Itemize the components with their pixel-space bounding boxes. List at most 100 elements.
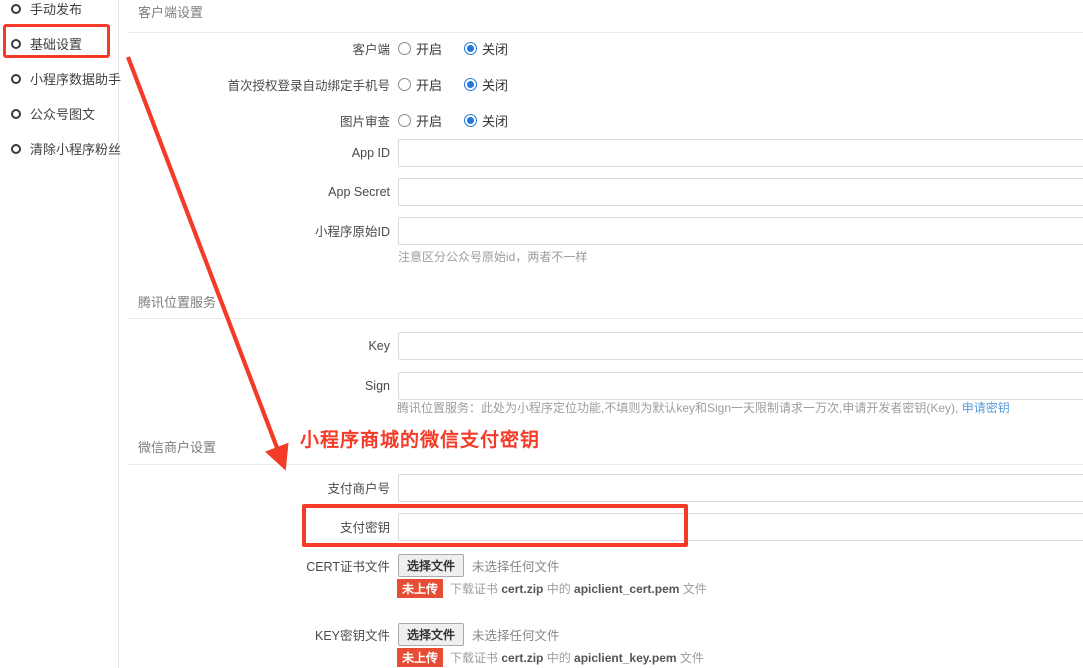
- sidebar: 手动发布 基础设置 小程序数据助手 公众号图文 清除小程序粉丝: [0, 0, 119, 668]
- annotation-payment-note: 小程序商城的微信支付密钥: [300, 425, 540, 452]
- radio-unchecked-icon: [398, 42, 411, 55]
- sidebar-item-clear-fans[interactable]: 清除小程序粉丝: [0, 131, 118, 166]
- image-review-label: 图片审查: [119, 111, 390, 129]
- apply-key-link[interactable]: 申请密钥: [962, 401, 1010, 415]
- cert-file-hint: 下载证书 cert.zip 中的 apiclient_cert.pem 文件: [450, 580, 707, 597]
- sign-input[interactable]: [398, 372, 1083, 400]
- sidebar-item-label: 手动发布: [30, 0, 82, 18]
- sidebar-item-label: 基础设置: [30, 34, 82, 53]
- cert-hint-suffix: 文件: [679, 582, 706, 596]
- circle-bullet-icon: [11, 144, 21, 154]
- form-row-key-file: KEY密钥文件 选择文件 未选择任何文件: [119, 622, 1083, 646]
- sidebar-item-basic-settings[interactable]: 基础设置: [0, 26, 118, 61]
- cert-not-uploaded-badge: 未上传: [397, 579, 443, 598]
- pay-secret-label: 支付密钥: [119, 512, 390, 541]
- cert-hint-prefix: 下载证书: [450, 582, 501, 596]
- key-not-uploaded-badge: 未上传: [397, 648, 443, 667]
- radio-checked-icon: [464, 78, 477, 91]
- radio-unchecked-icon: [398, 114, 411, 127]
- app-id-input[interactable]: [398, 139, 1083, 167]
- cert-file-label: CERT证书文件: [119, 553, 390, 577]
- radio-option-off[interactable]: 关闭: [464, 39, 508, 58]
- pay-merchant-input[interactable]: [398, 474, 1083, 502]
- circle-bullet-icon: [11, 109, 21, 119]
- key-hint-prefix: 下载证书: [450, 651, 501, 665]
- radio-checked-icon: [464, 114, 477, 127]
- client-switch-radios: 开启 关闭: [398, 39, 1083, 57]
- key-label: Key: [119, 331, 390, 360]
- key-upload-status-row: 未上传 下载证书 cert.zip 中的 apiclient_key.pem 文…: [397, 648, 704, 667]
- bind-phone-radios: 开启 关闭: [398, 75, 1083, 93]
- sign-hint: 腾讯位置服务：此处为小程序定位功能,不填则为默认key和Sign一天限制请求一万…: [397, 399, 1010, 416]
- section-title-client-settings: 客户端设置: [138, 2, 203, 21]
- key-file-label: KEY密钥文件: [119, 622, 390, 646]
- radio-on-label: 开启: [416, 75, 442, 94]
- key-input[interactable]: [398, 332, 1083, 360]
- radio-checked-icon: [464, 42, 477, 55]
- circle-bullet-icon: [11, 74, 21, 84]
- cert-hint-pem-name: apiclient_cert.pem: [574, 582, 679, 596]
- form-row-image-review: 图片审查 开启 关闭: [119, 111, 1083, 129]
- original-id-hint: 注意区分公众号原始id，两者不一样: [398, 248, 587, 265]
- radio-option-on[interactable]: 开启: [398, 39, 442, 58]
- key-file-hint: 下载证书 cert.zip 中的 apiclient_key.pem 文件: [450, 649, 704, 666]
- form-row-pay-merchant-id: 支付商户号: [119, 473, 1083, 502]
- circle-bullet-icon: [11, 4, 21, 14]
- form-row-bind-phone: 首次授权登录自动绑定手机号 开启 关闭: [119, 75, 1083, 93]
- form-row-app-secret: App Secret: [119, 177, 1083, 206]
- cert-hint-zip-name: cert.zip: [501, 582, 543, 596]
- bind-phone-label: 首次授权登录自动绑定手机号: [119, 75, 390, 93]
- cert-hint-mid: 中的: [543, 582, 574, 596]
- radio-option-on[interactable]: 开启: [398, 75, 442, 94]
- radio-off-label: 关闭: [482, 75, 508, 94]
- form-row-pay-secret: 支付密钥: [119, 512, 1083, 541]
- sign-label: Sign: [119, 371, 390, 400]
- section-divider: [128, 318, 1083, 319]
- form-row-original-id: 小程序原始ID: [119, 216, 1083, 245]
- cert-choose-file-button[interactable]: 选择文件: [398, 554, 464, 577]
- sign-hint-text: 腾讯位置服务：此处为小程序定位功能,不填则为默认key和Sign一天限制请求一万…: [397, 401, 962, 415]
- original-id-input[interactable]: [398, 217, 1083, 245]
- pay-secret-input[interactable]: [398, 513, 1083, 541]
- form-row-client-switch: 客户端 开启 关闭: [119, 39, 1083, 57]
- cert-no-file-text: 未选择任何文件: [472, 556, 560, 575]
- section-title-wechat-merchant: 微信商户设置: [138, 437, 216, 456]
- sidebar-item-label: 公众号图文: [30, 104, 95, 123]
- section-divider: [128, 32, 1083, 33]
- cert-upload-status-row: 未上传 下载证书 cert.zip 中的 apiclient_cert.pem …: [397, 579, 707, 598]
- client-switch-label: 客户端: [119, 39, 390, 57]
- app-secret-label: App Secret: [119, 177, 390, 206]
- section-divider: [128, 464, 1083, 465]
- key-hint-suffix: 文件: [677, 651, 704, 665]
- section-title-tencent-location: 腾讯位置服务: [138, 292, 216, 311]
- sidebar-item-label: 小程序数据助手: [30, 69, 121, 88]
- radio-off-label: 关闭: [482, 111, 508, 130]
- app-secret-input[interactable]: [398, 178, 1083, 206]
- key-no-file-text: 未选择任何文件: [472, 625, 560, 644]
- key-choose-file-button[interactable]: 选择文件: [398, 623, 464, 646]
- sidebar-item-label: 清除小程序粉丝: [30, 139, 121, 158]
- form-row-key: Key: [119, 331, 1083, 360]
- circle-bullet-icon: [11, 39, 21, 49]
- radio-off-label: 关闭: [482, 39, 508, 58]
- key-hint-pem-name: apiclient_key.pem: [574, 651, 677, 665]
- radio-option-off[interactable]: 关闭: [464, 111, 508, 130]
- form-row-app-id: App ID: [119, 138, 1083, 167]
- radio-unchecked-icon: [398, 78, 411, 91]
- image-review-radios: 开启 关闭: [398, 111, 1083, 129]
- form-row-sign: Sign: [119, 371, 1083, 400]
- app-id-label: App ID: [119, 138, 390, 167]
- sidebar-item-manual-publish[interactable]: 手动发布: [0, 0, 118, 26]
- key-hint-mid: 中的: [543, 651, 574, 665]
- radio-on-label: 开启: [416, 111, 442, 130]
- original-id-label: 小程序原始ID: [119, 216, 390, 245]
- radio-on-label: 开启: [416, 39, 442, 58]
- sidebar-item-data-assistant[interactable]: 小程序数据助手: [0, 61, 118, 96]
- radio-option-off[interactable]: 关闭: [464, 75, 508, 94]
- pay-merchant-label: 支付商户号: [119, 473, 390, 502]
- sidebar-menu: 手动发布 基础设置 小程序数据助手 公众号图文 清除小程序粉丝: [0, 0, 118, 166]
- settings-page: 手动发布 基础设置 小程序数据助手 公众号图文 清除小程序粉丝 客户端设置 客: [0, 0, 1083, 668]
- radio-option-on[interactable]: 开启: [398, 111, 442, 130]
- key-hint-zip-name: cert.zip: [501, 651, 543, 665]
- sidebar-item-official-articles[interactable]: 公众号图文: [0, 96, 118, 131]
